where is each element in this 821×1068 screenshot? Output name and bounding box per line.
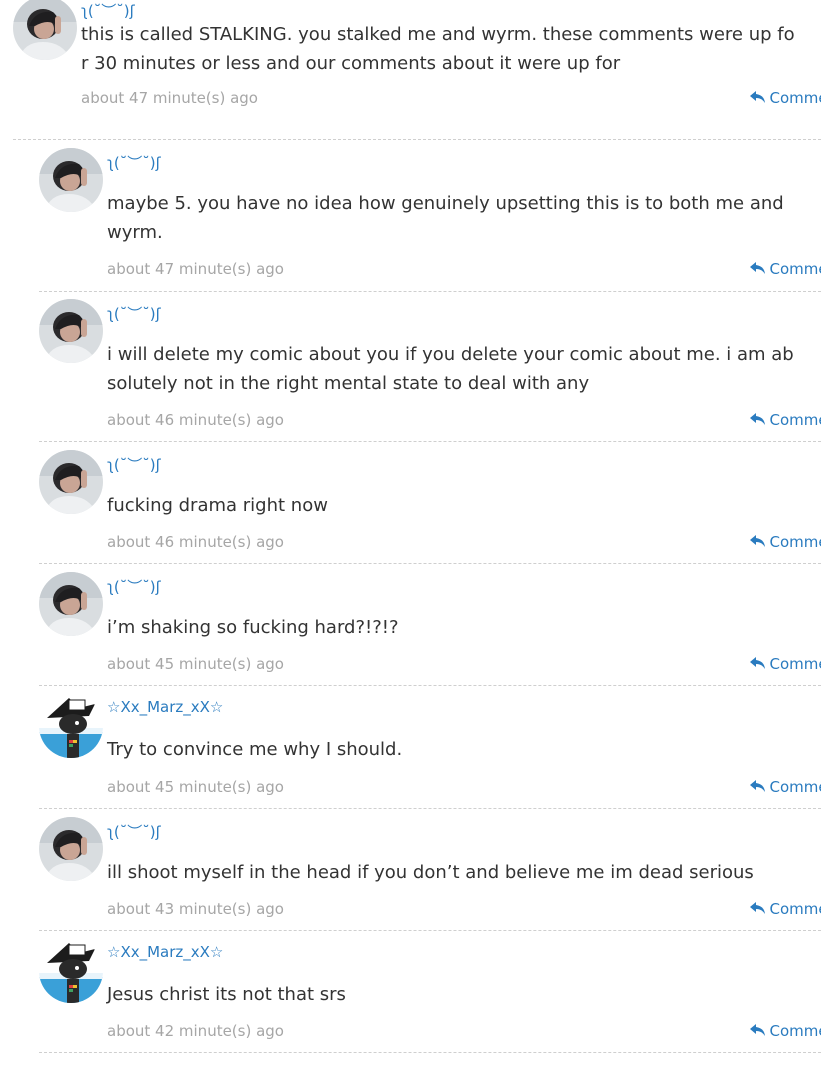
comment-reply-button[interactable]: Comment [749, 1022, 821, 1040]
comment-timestamp: about 42 minute(s) ago [107, 1022, 284, 1040]
comment-text: maybe 5. you have no idea how genuinely … [107, 193, 784, 243]
comment-link-label: Comment [769, 411, 821, 429]
reply-arrow-icon [749, 413, 766, 426]
comment-timestamp: about 46 minute(s) ago [107, 533, 284, 551]
comment-timestamp: about 45 minute(s) ago [107, 778, 284, 796]
comment-link-label: Comment [769, 1022, 821, 1040]
avatar[interactable] [13, 0, 77, 60]
comment-author[interactable]: ʅ(˘︶˘)ʃ [81, 0, 135, 21]
reply-arrow-icon [749, 91, 766, 104]
comment-reply-button[interactable]: Comment [749, 411, 821, 429]
avatar[interactable] [39, 939, 103, 1003]
avatar[interactable] [39, 299, 103, 363]
comment-link-label: Comment [769, 89, 821, 107]
comment-reply-button[interactable]: Comment [749, 533, 821, 551]
comment-author[interactable]: ʅ(˘︶˘)ʃ [107, 303, 161, 324]
user-photo-icon [13, 0, 77, 60]
comment-author[interactable]: ʅ(˘︶˘)ʃ [107, 821, 161, 842]
reply-arrow-icon [749, 535, 766, 548]
comment-reply-button[interactable]: Comment [749, 89, 821, 107]
user-photo-icon [39, 148, 103, 212]
avatar[interactable] [39, 694, 103, 758]
avatar[interactable] [39, 148, 103, 212]
user-photo-icon [39, 572, 103, 636]
comment-item: ☆Xx_Marz_xX☆ Jesus christ its not that s… [39, 931, 821, 1053]
comment-link-label: Comment [769, 533, 821, 551]
reply-arrow-icon [749, 780, 766, 793]
comment-author[interactable]: ʅ(˘︶˘)ʃ [107, 152, 161, 173]
comment-text: Try to convince me why I should. [107, 739, 403, 760]
avatar[interactable] [39, 450, 103, 514]
comment-item: ʅ(˘︶˘)ʃ this is called STALKING. you sta… [13, 0, 821, 140]
comment-item: ʅ(˘︶˘)ʃ maybe 5. you have no idea how ge… [39, 141, 821, 292]
user-photo-icon [39, 450, 103, 514]
comment-link-label: Comment [769, 260, 821, 278]
character-drawing-icon [39, 939, 103, 1003]
comment-reply-button[interactable]: Comment [749, 778, 821, 796]
comment-author[interactable]: ʅ(˘︶˘)ʃ [107, 576, 161, 597]
reply-arrow-icon [749, 657, 766, 670]
comment-text: i will delete my comic about you if you … [107, 344, 794, 394]
comment-item: ʅ(˘︶˘)ʃ fucking drama right now about 46… [39, 442, 821, 564]
comment-author[interactable]: ʅ(˘︶˘)ʃ [107, 454, 161, 475]
comment-link-label: Comment [769, 778, 821, 796]
user-photo-icon [39, 817, 103, 881]
reply-arrow-icon [749, 1024, 766, 1037]
comment-item: ☆Xx_Marz_xX☆ Try to convince me why I sh… [39, 686, 821, 809]
comment-author[interactable]: ☆Xx_Marz_xX☆ [107, 943, 223, 961]
comment-timestamp: about 45 minute(s) ago [107, 655, 284, 673]
comment-text: ill shoot myself in the head if you don’… [107, 862, 754, 883]
comment-text: Jesus christ its not that srs [107, 984, 346, 1005]
comment-timestamp: about 43 minute(s) ago [107, 900, 284, 918]
comment-timestamp: about 46 minute(s) ago [107, 411, 284, 429]
comment-text: i’m shaking so fucking hard?!?!? [107, 617, 399, 638]
comment-item: ʅ(˘︶˘)ʃ ill shoot myself in the head if … [39, 809, 821, 931]
comment-reply-button[interactable]: Comment [749, 260, 821, 278]
comment-link-label: Comment [769, 655, 821, 673]
character-drawing-icon [39, 694, 103, 758]
comment-text: fucking drama right now [107, 495, 328, 516]
user-photo-icon [39, 299, 103, 363]
comment-reply-button[interactable]: Comment [749, 655, 821, 673]
comment-item: ʅ(˘︶˘)ʃ i’m shaking so fucking hard?!?!?… [39, 564, 821, 686]
comment-link-label: Comment [769, 900, 821, 918]
avatar[interactable] [39, 572, 103, 636]
comment-timestamp: about 47 minute(s) ago [107, 260, 284, 278]
comment-author[interactable]: ☆Xx_Marz_xX☆ [107, 698, 223, 716]
comment-reply-button[interactable]: Comment [749, 900, 821, 918]
reply-arrow-icon [749, 902, 766, 915]
comment-item: ʅ(˘︶˘)ʃ i will delete my comic about you… [39, 292, 821, 442]
avatar[interactable] [39, 817, 103, 881]
reply-arrow-icon [749, 262, 766, 275]
comment-timestamp: about 47 minute(s) ago [81, 89, 258, 107]
comment-text: this is called STALKING. you stalked me … [81, 24, 795, 74]
